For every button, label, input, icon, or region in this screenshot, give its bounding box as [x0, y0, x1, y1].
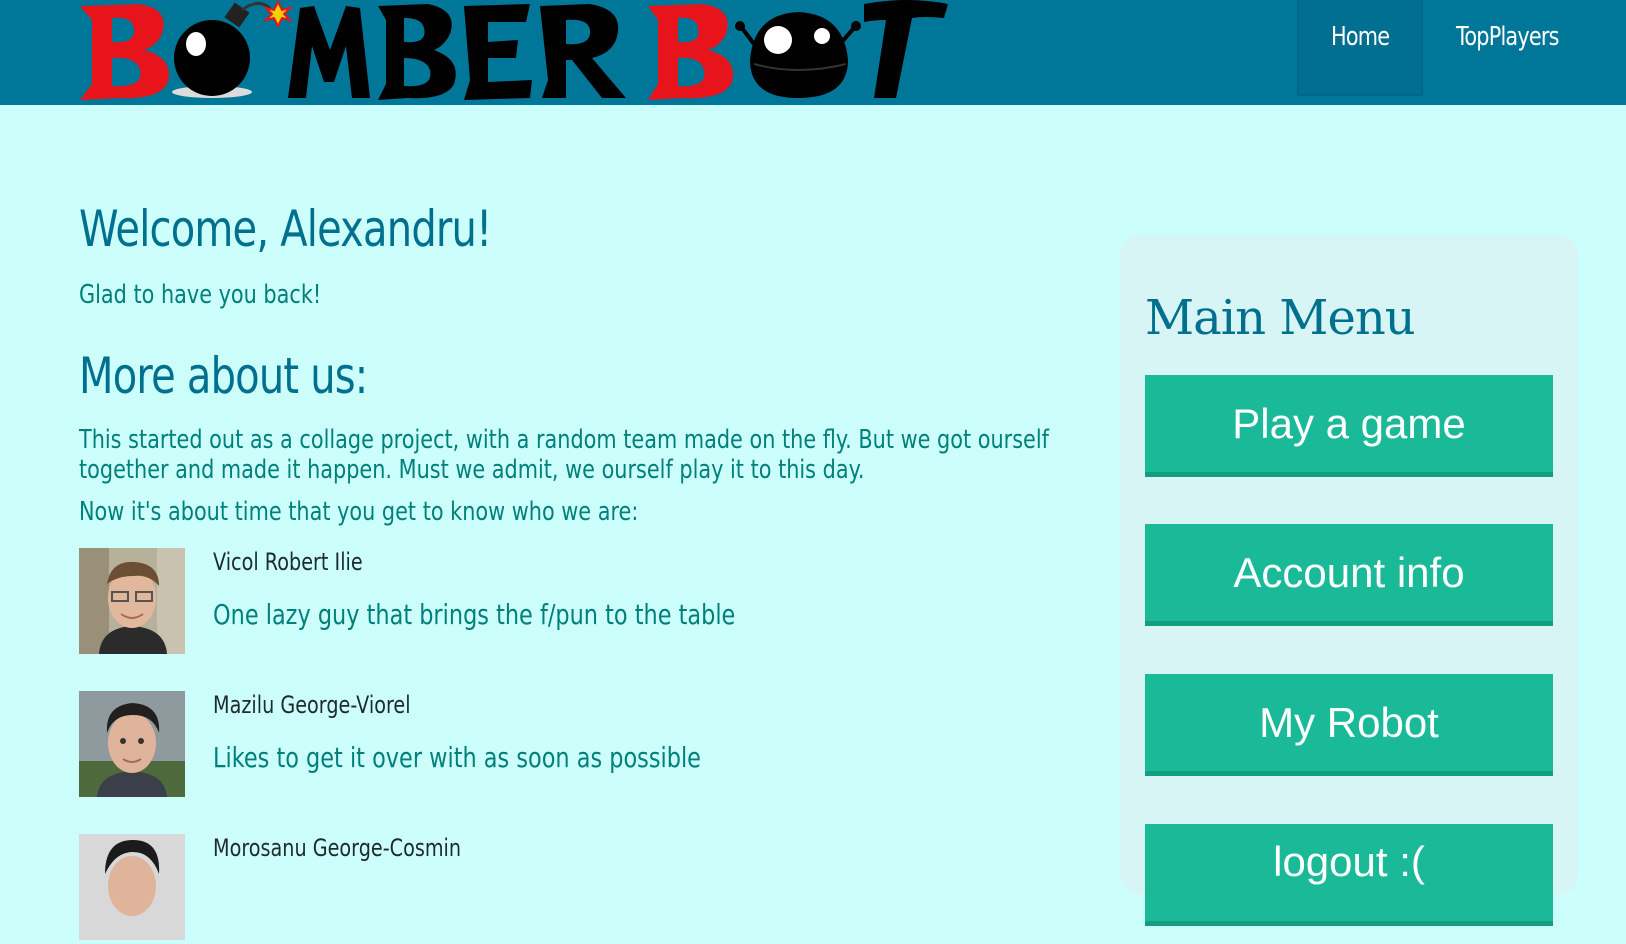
- member-photo: [79, 834, 185, 940]
- member-name-text: Morosanu George-Cosmin: [213, 834, 462, 862]
- member-name: Vicol Robert Ilie: [213, 548, 400, 576]
- welcome-subtext: Glad to have you back!: [79, 280, 382, 310]
- nav-home-link[interactable]: Home: [1331, 22, 1390, 52]
- member-name-text: Mazilu George-Viorel: [213, 691, 411, 719]
- member-description: Likes to get it over with as soon as pos…: [213, 741, 823, 774]
- logout-button[interactable]: logout :(: [1145, 824, 1553, 926]
- glad-text: Glad to have you back!: [79, 280, 322, 310]
- member-photo: [79, 691, 185, 797]
- site-header: Home TopPlayers: [0, 0, 1626, 105]
- main-menu-title: Main Menu: [1145, 290, 1416, 346]
- member-photo: [79, 548, 185, 654]
- my-robot-button[interactable]: My Robot: [1145, 674, 1553, 776]
- intro-line-3: Now it's about time that you get to know…: [79, 497, 639, 527]
- about-paragraph: This started out as a collage project, w…: [79, 425, 1291, 485]
- nav-top-players-link[interactable]: TopPlayers: [1456, 22, 1559, 52]
- team-member: Mazilu George-Viorel Likes to get it ove…: [79, 691, 979, 801]
- about-heading: More about us:: [79, 347, 440, 405]
- member-description: One lazy guy that brings the f/pun to th…: [213, 598, 866, 631]
- team-member: Morosanu George-Cosmin: [79, 834, 979, 944]
- about-team-intro: Now it's about time that you get to know…: [79, 497, 778, 527]
- member-name: Morosanu George-Cosmin: [213, 834, 523, 862]
- intro-line-2: together and made it happen. Must we adm…: [79, 455, 865, 485]
- welcome-heading: Welcome, Alexandru!: [79, 200, 594, 258]
- member-desc-text: Likes to get it over with as soon as pos…: [213, 741, 701, 774]
- member-desc-text: One lazy guy that brings the f/pun to th…: [213, 598, 736, 631]
- bomberbot-logo[interactable]: [78, 0, 968, 102]
- play-game-button[interactable]: Play a game: [1145, 375, 1553, 477]
- more-text: More about us:: [79, 347, 368, 405]
- intro-line-1: This started out as a collage project, w…: [79, 425, 1049, 455]
- team-member: Vicol Robert Ilie One lazy guy that brin…: [79, 548, 979, 658]
- welcome-text: Welcome, Alexandru!: [79, 200, 492, 258]
- account-info-button[interactable]: Account info: [1145, 524, 1553, 626]
- member-name-text: Vicol Robert Ilie: [213, 548, 363, 576]
- member-name: Mazilu George-Viorel: [213, 691, 460, 719]
